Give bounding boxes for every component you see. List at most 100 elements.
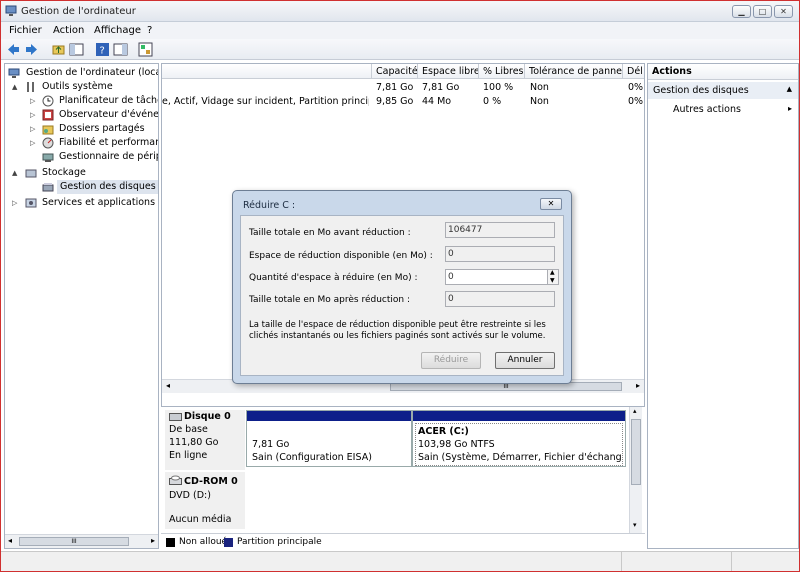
amount-stepper-input[interactable]: 0: [445, 269, 551, 285]
toolbar: ?: [1, 39, 799, 60]
field-total-after: 0: [445, 291, 555, 307]
partition-bar: [247, 411, 411, 421]
menu-action[interactable]: Action: [53, 25, 84, 36]
reduce-button[interactable]: Réduire: [421, 352, 481, 369]
clock-icon: [42, 95, 54, 107]
spin-up-icon[interactable]: ▲: [550, 269, 555, 276]
console-icon[interactable]: [138, 42, 153, 57]
scroll-left-icon[interactable]: ◂: [8, 536, 12, 545]
tree-horizontal-scrollbar[interactable]: ◂ III ▸: [5, 534, 158, 548]
menu-bar: Fichier Action Affichage ?: [1, 22, 799, 39]
legend: Non alloué Partition principale: [161, 533, 645, 550]
tree-item-stockage[interactable]: ▲ Stockage: [8, 166, 158, 180]
cell-capacity: 9,85 Go: [376, 96, 414, 107]
tree-item-label: Gestionnaire de périphé: [59, 151, 158, 162]
expand-arrow-icon[interactable]: ▷: [30, 122, 38, 136]
disk0-type: De base: [169, 424, 208, 435]
properties-icon[interactable]: [113, 42, 128, 57]
expand-arrow-icon[interactable]: ▷: [12, 196, 20, 210]
menu-fichier[interactable]: Fichier: [9, 25, 42, 36]
back-arrow-icon[interactable]: [6, 42, 21, 57]
scroll-left-icon[interactable]: ◂: [166, 381, 170, 390]
cancel-button[interactable]: Annuler: [495, 352, 555, 369]
tree-item-planificateur[interactable]: ▷ Planificateur de tâches: [8, 94, 158, 108]
scroll-right-icon[interactable]: ▸: [636, 381, 640, 390]
close-button[interactable]: ✕: [774, 5, 793, 18]
title-bar: Gestion de l'ordinateur ▁ □ ✕: [1, 1, 799, 22]
event-viewer-icon: [42, 109, 54, 121]
scroll-thumb[interactable]: III: [19, 537, 129, 546]
spin-down-icon[interactable]: ▼: [550, 277, 555, 284]
column-header-del[interactable]: Dél: [623, 64, 644, 79]
label-amount: Quantité d'espace à réduire (en Mo) :: [249, 273, 418, 283]
cdrom0-info[interactable]: CD-ROM 0 DVD (D:) Aucun média: [165, 472, 245, 529]
amount-spinner[interactable]: ▲ ▼: [547, 269, 559, 285]
column-header-espace-libre[interactable]: Espace libre: [418, 64, 479, 79]
tools-icon: [27, 82, 34, 92]
minimize-button[interactable]: ▁: [732, 5, 751, 18]
tree-item-dossiers-partages[interactable]: ▷ Dossiers partagés: [8, 122, 158, 136]
computer-management-icon: [5, 5, 17, 16]
legend-swatch-unallocated: [166, 538, 175, 547]
disk0-size: 111,80 Go: [169, 437, 219, 448]
tree-item-observateur[interactable]: ▷ Observateur d'événeme: [8, 108, 158, 122]
tree-item-gestionnaire-peripheriques[interactable]: Gestionnaire de périphé: [8, 150, 158, 164]
tree-item-gestion-disques[interactable]: Gestion des disques: [8, 180, 158, 194]
tree-item-outils-systeme[interactable]: ▲ Outils système: [8, 80, 158, 94]
tree-item-label: Planificateur de tâches: [59, 95, 159, 106]
expand-arrow-icon[interactable]: ▷: [30, 136, 38, 150]
label-available: Espace de réduction disponible (en Mo) :: [249, 251, 433, 261]
disk-management-icon: [42, 183, 54, 192]
column-header-capacite[interactable]: Capacité: [372, 64, 418, 79]
tree-item-fiabilite[interactable]: ▷ Fiabilité et performance: [8, 136, 158, 150]
scroll-up-icon[interactable]: ▴: [633, 407, 637, 415]
cell-free: 44 Mo: [422, 96, 452, 107]
cell-fault: Non: [530, 82, 549, 93]
expand-arrow-icon[interactable]: ▲: [12, 80, 20, 94]
disk0-info[interactable]: Disque 0 De base 111,80 Go En ligne: [165, 410, 245, 470]
up-folder-icon[interactable]: [51, 42, 66, 57]
scroll-right-icon[interactable]: ▸: [151, 536, 155, 545]
shrink-volume-dialog: Réduire C : ✕ Taille totale en Mo avant …: [232, 190, 572, 384]
field-total-before: 106477: [445, 222, 555, 238]
label-total-after: Taille totale en Mo après réduction :: [249, 295, 410, 305]
table-row[interactable]: 7,81 Go 7,81 Go 100 % Non 0%: [162, 81, 644, 94]
tree-item-label: Services et applications: [42, 197, 156, 208]
column-header-layout[interactable]: [162, 64, 372, 79]
menu-help[interactable]: ?: [147, 25, 152, 36]
dialog-close-button[interactable]: ✕: [540, 198, 562, 210]
cell-overhead: 0%: [628, 96, 644, 107]
forward-arrow-icon[interactable]: [24, 42, 39, 57]
cdrom0-area: [246, 472, 626, 529]
services-icon: [25, 198, 37, 208]
table-row[interactable]: e, Actif, Vidage sur incident, Partition…: [162, 95, 644, 108]
disk-vertical-scrollbar[interactable]: ▴ ▾: [629, 407, 642, 533]
partition-acer-c[interactable]: ACER (C:) 103,98 Go NTFS Sain (Système, …: [412, 410, 626, 467]
field-available: 0: [445, 246, 555, 262]
partition-size: 103,98 Go NTFS: [418, 439, 495, 450]
column-header-pct-libres[interactable]: % Libres: [479, 64, 525, 79]
actions-section-gestion-disques[interactable]: Gestion des disques ▲: [648, 82, 798, 99]
column-header-tolerance[interactable]: Tolérance de pannes: [525, 64, 623, 79]
help-icon[interactable]: ?: [95, 42, 110, 57]
actions-more[interactable]: Autres actions ▸: [648, 102, 798, 117]
window-title: Gestion de l'ordinateur: [21, 6, 136, 17]
cell-free: 7,81 Go: [422, 82, 460, 93]
collapse-arrow-icon[interactable]: ▲: [787, 85, 792, 93]
expand-arrow-icon[interactable]: ▲: [12, 166, 20, 180]
menu-affichage[interactable]: Affichage: [94, 25, 141, 36]
cell-fault: Non: [530, 96, 549, 107]
scroll-thumb[interactable]: [631, 419, 641, 485]
maximize-button[interactable]: □: [753, 5, 772, 18]
show-hide-tree-icon[interactable]: [69, 42, 84, 57]
tree-item-services-applications[interactable]: ▷ Services et applications: [8, 196, 158, 210]
scroll-down-icon[interactable]: ▾: [633, 521, 637, 529]
performance-icon: [42, 137, 54, 149]
partition-eisa[interactable]: 7,81 Go Sain (Configuration EISA): [246, 410, 412, 467]
partition-size: 7,81 Go: [252, 439, 290, 450]
expand-arrow-icon[interactable]: ▷: [30, 94, 38, 108]
expand-arrow-icon[interactable]: ▷: [30, 108, 38, 122]
tree-item-label: Gestion des disques: [57, 180, 158, 194]
cell-layout: [162, 81, 369, 94]
dialog-body: Taille totale en Mo avant réduction : 10…: [240, 215, 564, 376]
